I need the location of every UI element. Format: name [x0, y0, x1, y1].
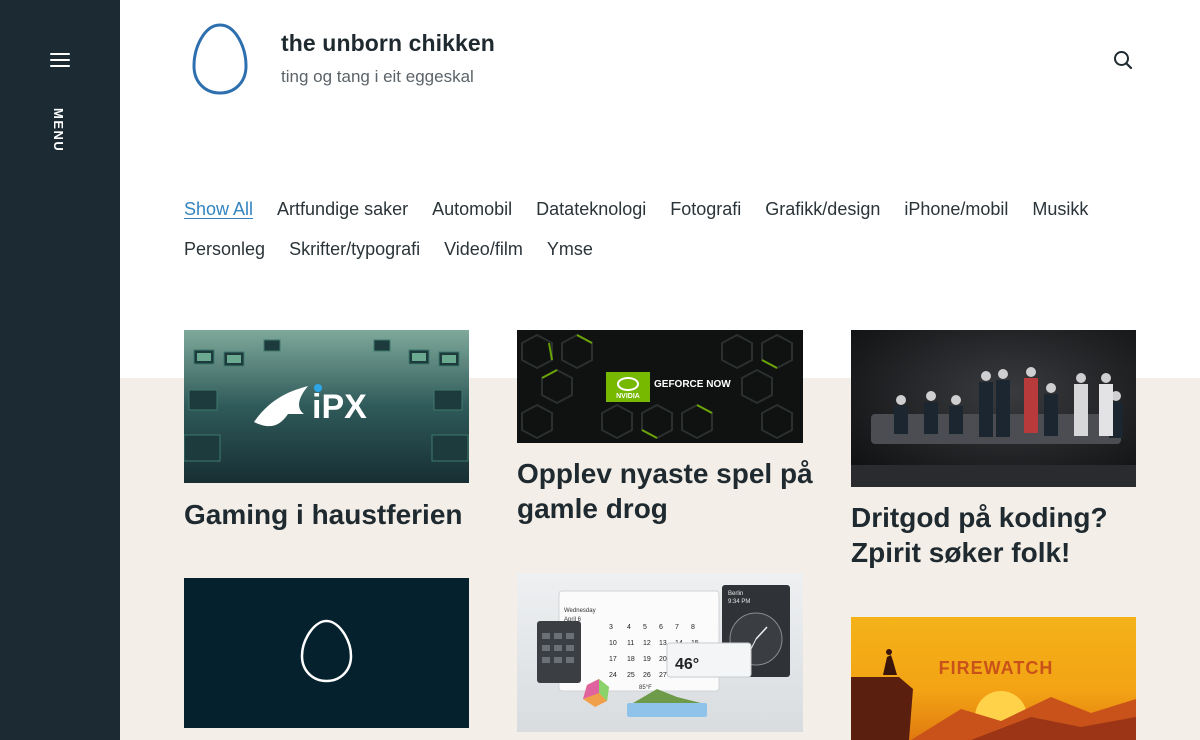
svg-text:12: 12	[643, 640, 651, 647]
post-thumbnail-gaming[interactable]: iPX	[184, 330, 469, 483]
filter-artfundige-saker[interactable]: Artfundige saker	[277, 198, 408, 220]
firewatch-image: FIREWATCH	[851, 617, 1136, 740]
site-title[interactable]: the unborn chikken	[281, 30, 495, 57]
filter-iphone-mobil[interactable]: iPhone/mobil	[904, 198, 1008, 220]
svg-text:17: 17	[609, 656, 617, 663]
svg-text:13: 13	[659, 640, 667, 647]
post-thumbnail-calendar[interactable]: Wednesday April 6 345678 101112131415 17…	[517, 573, 803, 732]
svg-text:6: 6	[659, 624, 663, 631]
geforce-now-text: GEFORCE NOW	[654, 379, 731, 390]
filter-musikk[interactable]: Musikk	[1032, 198, 1088, 220]
filter-skrifter-typografi[interactable]: Skrifter/typografi	[289, 238, 420, 260]
svg-text:5: 5	[643, 624, 647, 631]
clock-time: 9:34 PM	[728, 599, 750, 605]
svg-text:26: 26	[643, 672, 651, 679]
svg-text:25: 25	[627, 672, 635, 679]
filter-fotografi[interactable]: Fotografi	[670, 198, 741, 220]
gaming-hall-image: iPX	[184, 330, 469, 483]
weather-temp: 46°	[675, 656, 699, 673]
svg-text:19: 19	[643, 656, 651, 663]
post-title-geforce[interactable]: Opplev nyaste spel på gamle drog	[517, 456, 817, 526]
ipx-logo-text: iPX	[312, 388, 367, 426]
filter-ymse[interactable]: Ymse	[547, 238, 593, 260]
post-thumbnail-geforce[interactable]: NVIDIA GEFORCE NOW	[517, 330, 803, 443]
sidebar: MENU	[0, 0, 120, 740]
svg-text:10: 10	[609, 640, 617, 647]
nvidia-brand: NVIDIA	[616, 393, 640, 400]
svg-text:3: 3	[609, 624, 613, 631]
post-thumbnail-firewatch[interactable]: FIREWATCH	[851, 617, 1136, 740]
egg-placeholder-icon	[300, 619, 353, 683]
filter-automobil[interactable]: Automobil	[432, 198, 512, 220]
filter-show-all[interactable]: Show All	[184, 198, 253, 220]
firewatch-logo-text: FIREWATCH	[939, 658, 1054, 678]
post-thumbnail-placeholder[interactable]	[184, 578, 469, 728]
post-title-gaming[interactable]: Gaming i haustferien	[184, 497, 484, 532]
menu-label[interactable]: MENU	[51, 108, 66, 152]
group-photo-image	[851, 330, 1136, 487]
filter-personleg[interactable]: Personleg	[184, 238, 265, 260]
svg-text:20: 20	[659, 656, 667, 663]
svg-text:27: 27	[659, 672, 667, 679]
geforce-now-image: NVIDIA GEFORCE NOW	[517, 330, 803, 443]
calendar-widgets-image: Wednesday April 6 345678 101112131415 17…	[517, 573, 803, 732]
filter-grafikk-design[interactable]: Grafikk/design	[765, 198, 880, 220]
svg-text:4: 4	[627, 624, 631, 631]
calendar-day: Wednesday	[564, 608, 596, 614]
post-title-zpirit[interactable]: Dritgod på koding? Zpirit søker folk!	[851, 500, 1141, 570]
filter-datateknologi[interactable]: Datateknologi	[536, 198, 646, 220]
svg-text:8: 8	[691, 624, 695, 631]
egg-logo-icon[interactable]	[191, 22, 249, 96]
filter-video-film[interactable]: Video/film	[444, 238, 523, 260]
weather-temp-small: 85°F	[639, 685, 652, 691]
hamburger-menu-icon[interactable]	[50, 53, 70, 67]
site-description: ting og tang i eit eggeskal	[281, 67, 474, 86]
svg-text:18: 18	[627, 656, 635, 663]
post-thumbnail-zpirit[interactable]	[851, 330, 1136, 487]
search-icon[interactable]	[1112, 49, 1134, 71]
svg-text:11: 11	[627, 640, 634, 647]
clock-city: Berlin	[728, 591, 743, 597]
svg-text:24: 24	[609, 672, 617, 679]
category-filters: Show All Artfundige saker Automobil Data…	[184, 198, 1144, 278]
svg-text:7: 7	[675, 624, 679, 631]
